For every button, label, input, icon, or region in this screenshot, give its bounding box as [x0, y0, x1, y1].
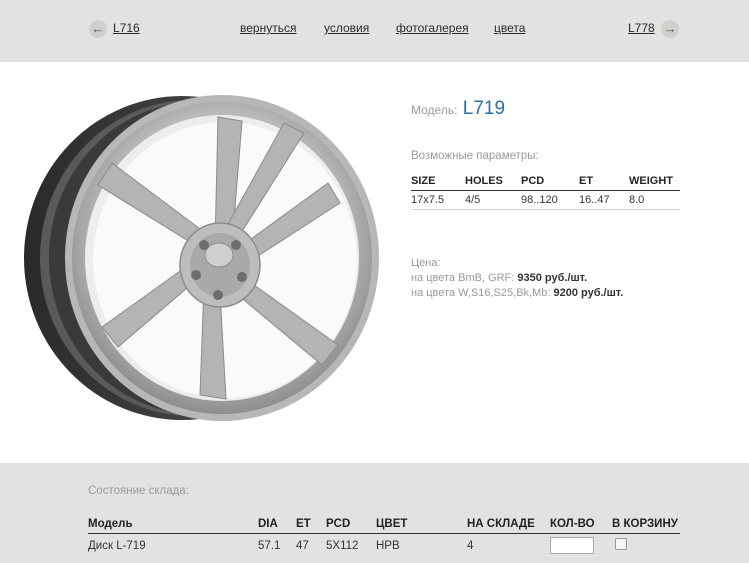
price-line: на цвета W,S16,S25,Bk,Mb: 9200 руб./шт.	[411, 286, 623, 301]
price-line: на цвета BmB, GRF: 9350 руб./шт.	[411, 271, 623, 286]
stock-col-et: ET	[296, 515, 326, 534]
params-header-row: SIZE HOLES PCD ET WEIGHT	[411, 172, 680, 191]
alloy-wheel-image	[24, 95, 379, 421]
arrow-right-icon[interactable]: →	[661, 20, 679, 38]
model-name: L719	[462, 98, 506, 119]
params-col-weight: WEIGHT	[629, 172, 680, 191]
arrow-left-icon[interactable]: ←	[89, 20, 107, 38]
stock-table: Модель DIA ET PCD ЦВЕТ НА СКЛАДЕ КОЛ-ВО …	[88, 515, 680, 557]
stock-cell-et: 47	[296, 539, 309, 552]
stock-col-color: ЦВЕТ	[376, 515, 467, 534]
table-row: Диск L-719 57.1 47 5X112 HPB 4	[88, 534, 680, 558]
product-section: Модель: L719 Возможные параметры: SIZE H…	[0, 62, 749, 463]
params-cell: 4/5	[465, 190, 521, 210]
stock-cell-color: HPB	[376, 539, 400, 552]
top-navigation-bar: ← L716 вернуться условия фотогалерея цве…	[0, 0, 749, 62]
params-col-pcd: PCD	[521, 172, 579, 191]
stock-col-quantity: КОЛ-ВО	[550, 515, 612, 534]
stock-cell-pcd: 5X112	[326, 539, 359, 552]
price-value: 9350 руб./шт.	[517, 272, 588, 284]
params-cell: 98..120	[521, 190, 579, 210]
price-colors-text: на цвета W,S16,S25,Bk,Mb:	[411, 287, 554, 299]
params-col-holes: HOLES	[465, 172, 521, 191]
next-model-link[interactable]: L778	[628, 21, 655, 35]
stock-cell-cart	[612, 534, 680, 558]
quantity-input[interactable]	[550, 537, 594, 554]
price-label: Цена:	[411, 257, 441, 269]
params-row: 17x7.5 4/5 98..120 16..47 8.0	[411, 190, 680, 210]
params-table: SIZE HOLES PCD ET WEIGHT 17x7.5 4/5 98..…	[411, 172, 680, 210]
model-label: Модель:	[411, 103, 458, 117]
stock-col-dia: DIA	[258, 515, 296, 534]
params-cell: 8.0	[629, 190, 680, 210]
params-cell: 16..47	[579, 190, 629, 210]
stock-col-pcd: PCD	[326, 515, 376, 534]
stock-cell-dia: 57.1	[258, 539, 281, 552]
stock-cell-in-stock: 4	[467, 539, 474, 552]
terms-link[interactable]: условия	[324, 21, 369, 35]
photo-gallery-link[interactable]: фотогалерея	[396, 21, 469, 35]
model-heading: Модель: L719	[411, 98, 505, 120]
stock-header-row: Модель DIA ET PCD ЦВЕТ НА СКЛАДЕ КОЛ-ВО …	[88, 515, 680, 534]
params-col-size: SIZE	[411, 172, 465, 191]
back-link[interactable]: вернуться	[240, 21, 296, 35]
params-cell: 17x7.5	[411, 190, 465, 210]
stock-col-in-stock: НА СКЛАДЕ	[467, 515, 550, 534]
price-colors-text: на цвета BmB, GRF:	[411, 272, 518, 284]
prev-model-link[interactable]: L716	[113, 21, 140, 35]
params-col-et: ET	[579, 172, 629, 191]
price-block: Цена: на цвета BmB, GRF: 9350 руб./шт. н…	[411, 256, 623, 301]
stock-col-model: Модель	[88, 515, 258, 534]
stock-section: Состояние склада: Модель DIA ET PCD ЦВЕТ…	[0, 463, 749, 563]
stock-cell-model: Диск L-719	[88, 539, 146, 552]
price-value: 9200 руб./шт.	[553, 287, 624, 299]
add-to-cart-checkbox[interactable]	[615, 538, 627, 550]
params-label: Возможные параметры:	[411, 150, 539, 162]
colors-link[interactable]: цвета	[494, 21, 525, 35]
stock-col-to-cart: В КОРЗИНУ	[612, 515, 680, 534]
stock-cell-quantity	[550, 534, 612, 558]
stock-label: Состояние склада:	[88, 485, 189, 497]
